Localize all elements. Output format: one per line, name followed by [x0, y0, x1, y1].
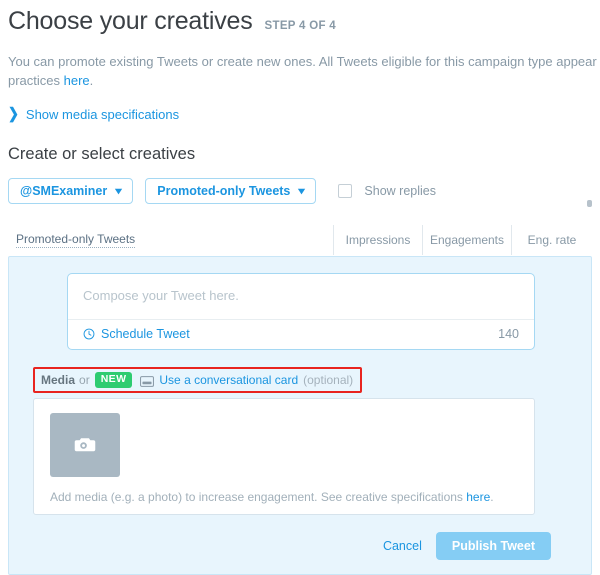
creative-specifications-link[interactable]: here — [466, 490, 490, 504]
schedule-tweet-label: Schedule Tweet — [101, 327, 190, 341]
creative-composer-panel: Compose your Tweet here. Schedule Tweet … — [8, 256, 592, 575]
clock-icon — [83, 328, 95, 340]
camera-icon — [74, 435, 96, 454]
intro-paragraph: You can promote existing Tweets or creat… — [8, 52, 600, 90]
chevron-right-icon: ❯ — [8, 104, 19, 123]
media-upload-hint-suffix: . — [490, 489, 494, 504]
page-title: Choose your creatives — [8, 7, 253, 35]
show-replies-checkbox[interactable] — [338, 184, 353, 198]
compose-card-footer: Schedule Tweet 140 — [68, 319, 534, 349]
scrollbar-thumb[interactable] — [587, 200, 592, 207]
new-badge: NEW — [94, 372, 133, 388]
optional-label: (optional) — [303, 372, 354, 387]
character-counter: 140 — [498, 327, 519, 341]
panel-footer-actions: Cancel Publish Tweet — [25, 531, 575, 560]
creatives-table-header: Promoted-only Tweets Impressions Engagem… — [8, 225, 592, 255]
chevron-down-icon: ▾ — [298, 185, 306, 197]
tweet-type-select-label: Promoted-only Tweets — [157, 184, 291, 198]
intro-line-2: practices here. — [8, 71, 600, 90]
tweet-type-select[interactable]: Promoted-only Tweets ▾ — [145, 178, 317, 204]
column-header-impressions-label: Impressions — [345, 233, 411, 247]
column-header-tweets[interactable]: Promoted-only Tweets — [8, 225, 333, 255]
filter-row: @SMExaminer ▾ Promoted-only Tweets ▾ Sho… — [8, 178, 592, 204]
schedule-tweet-button[interactable]: Schedule Tweet — [83, 327, 190, 341]
media-or-label: or — [79, 372, 90, 387]
tweet-compose-input[interactable]: Compose your Tweet here. — [68, 274, 534, 319]
show-media-specifications-label: Show media specifications — [25, 106, 180, 122]
column-header-engagements[interactable]: Engagements — [422, 225, 511, 255]
media-upload-hint-prefix: Add media (e.g. a photo) to increase eng… — [50, 489, 467, 504]
best-practices-link[interactable]: here — [64, 73, 90, 88]
intro-line-2-suffix: . — [89, 73, 94, 88]
media-upload-thumbnail[interactable] — [50, 412, 120, 477]
publish-tweet-button[interactable]: Publish Tweet — [435, 531, 551, 560]
media-options-header-highlight: Media or NEW Use a conversational card (… — [33, 367, 363, 393]
use-conversational-card-link[interactable]: Use a conversational card — [159, 373, 298, 387]
chevron-down-icon: ▾ — [115, 185, 123, 197]
media-label: Media — [41, 372, 76, 387]
column-header-impressions[interactable]: Impressions — [333, 225, 422, 255]
account-select-label: @SMExaminer — [20, 184, 108, 198]
create-section-title: Create or select creatives — [8, 145, 196, 163]
creatives-page: Choose your creatives STEP 4 OF 4 You ca… — [0, 0, 600, 575]
column-header-engagements-label: Engagements — [429, 233, 505, 247]
show-replies-label: Show replies — [364, 184, 436, 198]
step-indicator: STEP 4 OF 4 — [264, 20, 337, 32]
column-header-tweets-label: Promoted-only Tweets — [16, 232, 136, 248]
page-header: Choose your creatives STEP 4 OF 4 — [8, 0, 592, 36]
conversational-card-icon — [140, 374, 155, 388]
compose-card: Compose your Tweet here. Schedule Tweet … — [67, 273, 535, 350]
column-header-eng-rate[interactable]: Eng. rate — [511, 225, 592, 255]
account-select[interactable]: @SMExaminer ▾ — [8, 178, 134, 204]
intro-line-2-prefix: practices — [8, 73, 64, 88]
show-media-specifications-toggle[interactable]: ❯ Show media specifications — [8, 104, 592, 123]
intro-line-1: You can promote existing Tweets or creat… — [8, 54, 600, 69]
cancel-button[interactable]: Cancel — [383, 539, 436, 553]
media-upload-hint: Add media (e.g. a photo) to increase eng… — [50, 490, 534, 504]
column-header-eng-rate-label: Eng. rate — [527, 233, 577, 247]
media-upload-card: Add media (e.g. a photo) to increase eng… — [33, 397, 535, 515]
